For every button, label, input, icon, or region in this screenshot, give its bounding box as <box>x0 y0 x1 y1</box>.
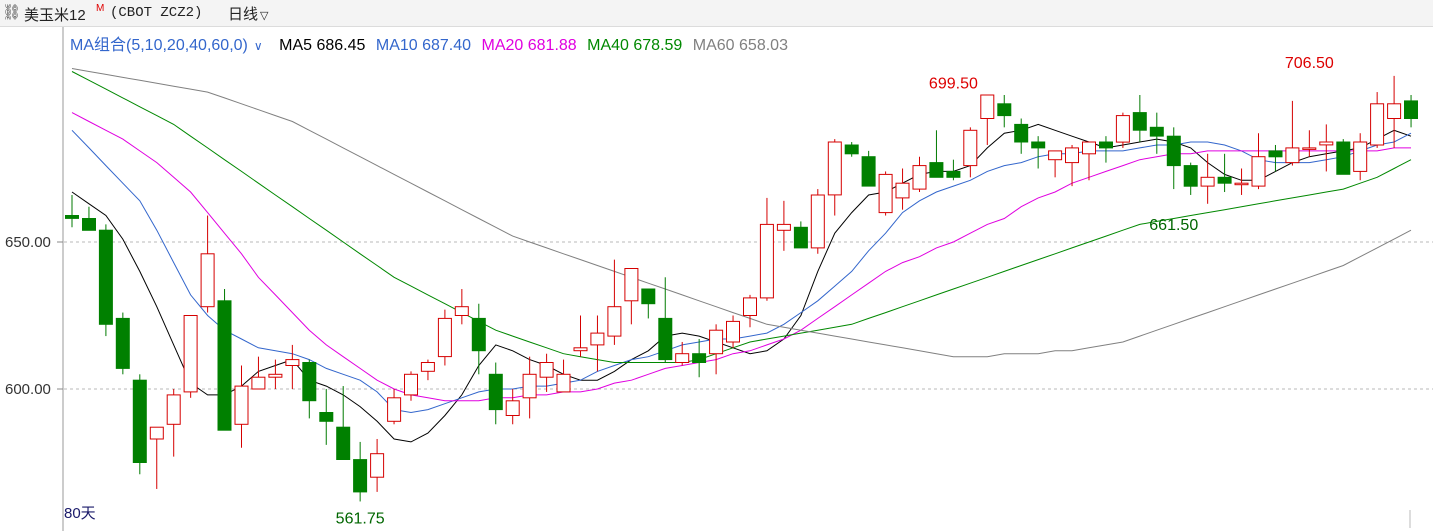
candle-body-13 <box>285 359 300 367</box>
candle-body-0 <box>65 215 79 219</box>
candle-body-69 <box>1234 182 1249 186</box>
candle-body-5 <box>149 426 164 440</box>
candle-body-18 <box>370 453 385 478</box>
candle-body-20 <box>404 373 418 396</box>
candle-body-19 <box>387 397 402 422</box>
candle-body-54 <box>980 94 995 119</box>
candle-body-29 <box>556 373 571 393</box>
candle-body-23 <box>454 306 469 317</box>
candle-body-38 <box>709 329 724 355</box>
candle-body-53 <box>963 129 978 167</box>
candle-body-33 <box>624 268 639 302</box>
candle-body-35 <box>658 317 673 361</box>
candle-body-68 <box>1217 176 1232 184</box>
candle-body-3 <box>115 317 130 369</box>
candle-body-71 <box>1268 150 1283 158</box>
annotation-1: 706.50 <box>1285 55 1334 72</box>
candle-body-47 <box>861 156 876 187</box>
candle-body-26 <box>505 400 520 416</box>
candle-body-60 <box>1082 141 1096 155</box>
candle-body-4 <box>132 379 147 464</box>
candle-body-28 <box>539 362 554 378</box>
candle-body-48 <box>878 173 893 214</box>
candle-body-64 <box>1149 126 1164 137</box>
candle-body-8 <box>200 253 215 308</box>
candle-body-39 <box>726 320 740 343</box>
candle-body-34 <box>641 288 656 305</box>
candle-body-75 <box>1336 141 1351 175</box>
price-chart[interactable]: 650.00 600.00 699.50 706.50 661.50 561.75 <box>0 0 1433 531</box>
candle-body-6 <box>166 394 181 425</box>
ma20-line <box>71 112 1411 402</box>
candle-body-74 <box>1319 141 1334 146</box>
candle-body-63 <box>1132 112 1147 131</box>
candle-body-65 <box>1166 135 1181 167</box>
y-tick-label-1: 600.00 <box>5 381 51 398</box>
candle-body-1 <box>82 218 96 231</box>
candle-body-58 <box>1048 150 1063 161</box>
chart-window: ⛓ 美玉米12 M (CBOT ZCZ2) 日线 ▽ MA组合(5,10,20,4… <box>0 0 1433 531</box>
candle-body-31 <box>590 332 605 346</box>
candle-body-79 <box>1404 100 1418 120</box>
candle-body-36 <box>675 353 690 364</box>
candle-body-78 <box>1387 103 1402 120</box>
candle-body-24 <box>471 317 486 352</box>
candle-body-51 <box>929 162 944 178</box>
candle-body-30 <box>573 347 588 352</box>
ma10-line <box>71 129 1412 414</box>
candle-body-70 <box>1251 156 1266 187</box>
days-range-label: 80天 <box>64 505 96 522</box>
candle-body-40 <box>743 297 757 316</box>
candle-body-50 <box>912 165 927 190</box>
candle-body-46 <box>844 144 859 155</box>
candle-body-2 <box>98 229 113 325</box>
y-tick-label-0: 650.00 <box>5 234 51 251</box>
candle-body-12 <box>268 373 283 378</box>
candle-body-11 <box>251 376 266 390</box>
candle-body-21 <box>420 362 435 372</box>
annotation-2: 661.50 <box>1149 217 1198 234</box>
annotation-0: 699.50 <box>929 75 978 92</box>
annotation-3: 561.75 <box>336 510 385 527</box>
candle-body-67 <box>1200 176 1215 187</box>
candle-body-42 <box>776 223 791 231</box>
candle-body-7 <box>183 315 198 393</box>
candle-body-16 <box>336 426 351 461</box>
candle-body-76 <box>1353 141 1368 172</box>
candle-body-41 <box>759 223 774 299</box>
candle-body-10 <box>234 385 249 425</box>
candle-body-15 <box>319 412 334 422</box>
candle-body-77 <box>1370 103 1385 146</box>
ma5-line <box>71 123 1412 443</box>
candle-body-73 <box>1302 147 1317 150</box>
candle-body-49 <box>895 182 910 199</box>
candle-body-32 <box>607 306 622 337</box>
candle-body-62 <box>1115 115 1130 143</box>
candle-body-17 <box>353 459 368 493</box>
candle-body-66 <box>1183 165 1198 187</box>
candle-body-43 <box>793 226 808 249</box>
candle-body-22 <box>437 317 452 358</box>
candle-body-25 <box>488 373 503 411</box>
candle-body-14 <box>302 362 317 402</box>
candle-body-57 <box>1031 141 1046 149</box>
candle-body-72 <box>1285 147 1300 164</box>
candle-body-55 <box>997 103 1012 117</box>
candle-body-44 <box>810 194 825 249</box>
candle-body-27 <box>522 373 537 399</box>
candle-body-37 <box>692 353 707 364</box>
candle-body-52 <box>946 170 961 178</box>
candle-body-61 <box>1099 141 1113 149</box>
candle-body-56 <box>1014 123 1029 143</box>
candle-body-9 <box>217 300 232 431</box>
candle-body-45 <box>827 141 842 196</box>
candle-body-59 <box>1065 147 1079 164</box>
